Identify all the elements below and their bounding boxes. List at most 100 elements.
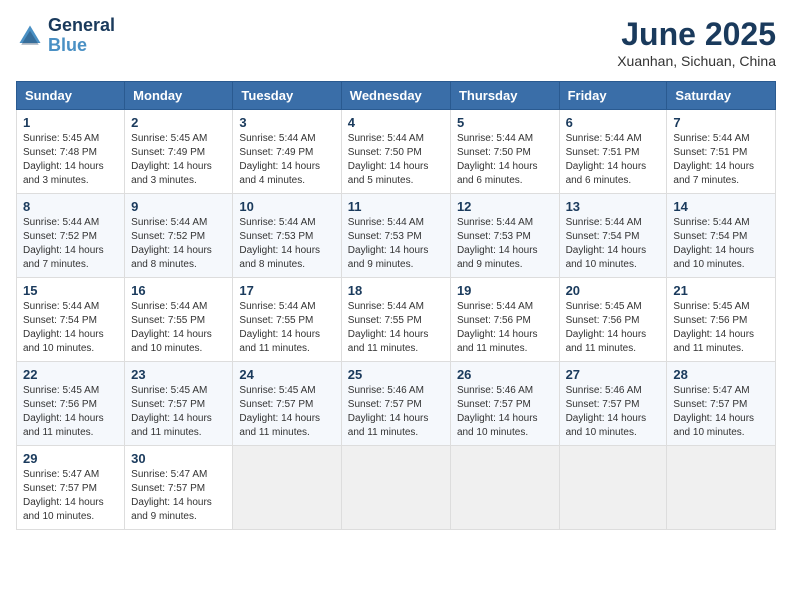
day-number: 30 [131,451,226,466]
calendar-cell-day-7: 7 Sunrise: 5:44 AM Sunset: 7:51 PM Dayli… [667,110,776,194]
calendar-cell-empty [233,446,341,530]
page-header: GeneralBlue June 2025 Xuanhan, Sichuan, … [16,16,776,69]
cell-content: Sunrise: 5:44 AM Sunset: 7:51 PM Dayligh… [566,132,661,188]
day-number: 2 [131,115,226,130]
col-saturday: Saturday [667,82,776,110]
cell-content: Sunrise: 5:44 AM Sunset: 7:55 PM Dayligh… [131,300,226,356]
calendar-cell-day-2: 2 Sunrise: 5:45 AM Sunset: 7:49 PM Dayli… [125,110,233,194]
calendar-cell-day-5: 5 Sunrise: 5:44 AM Sunset: 7:50 PM Dayli… [450,110,559,194]
col-friday: Friday [559,82,667,110]
day-number: 19 [457,283,553,298]
calendar-cell-day-13: 13 Sunrise: 5:44 AM Sunset: 7:54 PM Dayl… [559,194,667,278]
day-number: 10 [239,199,334,214]
day-number: 26 [457,367,553,382]
cell-content: Sunrise: 5:45 AM Sunset: 7:56 PM Dayligh… [23,384,118,440]
calendar-cell-day-25: 25 Sunrise: 5:46 AM Sunset: 7:57 PM Dayl… [341,362,450,446]
day-number: 16 [131,283,226,298]
day-number: 15 [23,283,118,298]
calendar-cell-day-10: 10 Sunrise: 5:44 AM Sunset: 7:53 PM Dayl… [233,194,341,278]
calendar-cell-empty [559,446,667,530]
cell-content: Sunrise: 5:45 AM Sunset: 7:56 PM Dayligh… [673,300,769,356]
calendar-cell-day-21: 21 Sunrise: 5:45 AM Sunset: 7:56 PM Dayl… [667,278,776,362]
calendar-cell-day-9: 9 Sunrise: 5:44 AM Sunset: 7:52 PM Dayli… [125,194,233,278]
calendar-cell-day-18: 18 Sunrise: 5:44 AM Sunset: 7:55 PM Dayl… [341,278,450,362]
col-monday: Monday [125,82,233,110]
cell-content: Sunrise: 5:46 AM Sunset: 7:57 PM Dayligh… [566,384,661,440]
cell-content: Sunrise: 5:44 AM Sunset: 7:51 PM Dayligh… [673,132,769,188]
day-number: 9 [131,199,226,214]
cell-content: Sunrise: 5:44 AM Sunset: 7:55 PM Dayligh… [348,300,444,356]
calendar-cell-day-12: 12 Sunrise: 5:44 AM Sunset: 7:53 PM Dayl… [450,194,559,278]
calendar-week-5: 29 Sunrise: 5:47 AM Sunset: 7:57 PM Dayl… [17,446,776,530]
day-number: 11 [348,199,444,214]
calendar-week-4: 22 Sunrise: 5:45 AM Sunset: 7:56 PM Dayl… [17,362,776,446]
day-number: 29 [23,451,118,466]
calendar-cell-day-30: 30 Sunrise: 5:47 AM Sunset: 7:57 PM Dayl… [125,446,233,530]
calendar-week-3: 15 Sunrise: 5:44 AM Sunset: 7:54 PM Dayl… [17,278,776,362]
day-number: 13 [566,199,661,214]
cell-content: Sunrise: 5:45 AM Sunset: 7:57 PM Dayligh… [239,384,334,440]
month-title: June 2025 [617,16,776,53]
cell-content: Sunrise: 5:47 AM Sunset: 7:57 PM Dayligh… [673,384,769,440]
cell-content: Sunrise: 5:46 AM Sunset: 7:57 PM Dayligh… [457,384,553,440]
calendar-cell-day-15: 15 Sunrise: 5:44 AM Sunset: 7:54 PM Dayl… [17,278,125,362]
calendar-cell-day-28: 28 Sunrise: 5:47 AM Sunset: 7:57 PM Dayl… [667,362,776,446]
cell-content: Sunrise: 5:44 AM Sunset: 7:52 PM Dayligh… [23,216,118,272]
cell-content: Sunrise: 5:44 AM Sunset: 7:55 PM Dayligh… [239,300,334,356]
cell-content: Sunrise: 5:45 AM Sunset: 7:57 PM Dayligh… [131,384,226,440]
day-number: 4 [348,115,444,130]
calendar-cell-day-14: 14 Sunrise: 5:44 AM Sunset: 7:54 PM Dayl… [667,194,776,278]
col-thursday: Thursday [450,82,559,110]
calendar-cell-day-11: 11 Sunrise: 5:44 AM Sunset: 7:53 PM Dayl… [341,194,450,278]
logo: GeneralBlue [16,16,115,56]
day-number: 22 [23,367,118,382]
cell-content: Sunrise: 5:44 AM Sunset: 7:53 PM Dayligh… [348,216,444,272]
day-number: 20 [566,283,661,298]
cell-content: Sunrise: 5:44 AM Sunset: 7:54 PM Dayligh… [673,216,769,272]
calendar-cell-day-17: 17 Sunrise: 5:44 AM Sunset: 7:55 PM Dayl… [233,278,341,362]
day-number: 21 [673,283,769,298]
calendar-cell-empty [667,446,776,530]
calendar-cell-day-26: 26 Sunrise: 5:46 AM Sunset: 7:57 PM Dayl… [450,362,559,446]
day-number: 27 [566,367,661,382]
cell-content: Sunrise: 5:44 AM Sunset: 7:53 PM Dayligh… [239,216,334,272]
calendar-cell-empty [450,446,559,530]
day-number: 3 [239,115,334,130]
cell-content: Sunrise: 5:44 AM Sunset: 7:50 PM Dayligh… [457,132,553,188]
calendar-cell-day-1: 1 Sunrise: 5:45 AM Sunset: 7:48 PM Dayli… [17,110,125,194]
calendar-week-2: 8 Sunrise: 5:44 AM Sunset: 7:52 PM Dayli… [17,194,776,278]
day-number: 25 [348,367,444,382]
cell-content: Sunrise: 5:45 AM Sunset: 7:49 PM Dayligh… [131,132,226,188]
calendar-cell-empty [341,446,450,530]
day-number: 17 [239,283,334,298]
calendar-cell-day-24: 24 Sunrise: 5:45 AM Sunset: 7:57 PM Dayl… [233,362,341,446]
col-tuesday: Tuesday [233,82,341,110]
calendar-cell-day-22: 22 Sunrise: 5:45 AM Sunset: 7:56 PM Dayl… [17,362,125,446]
calendar-cell-day-4: 4 Sunrise: 5:44 AM Sunset: 7:50 PM Dayli… [341,110,450,194]
logo-text: GeneralBlue [48,16,115,56]
day-number: 5 [457,115,553,130]
cell-content: Sunrise: 5:47 AM Sunset: 7:57 PM Dayligh… [131,468,226,524]
calendar-cell-day-16: 16 Sunrise: 5:44 AM Sunset: 7:55 PM Dayl… [125,278,233,362]
title-block: June 2025 Xuanhan, Sichuan, China [617,16,776,69]
calendar-cell-day-6: 6 Sunrise: 5:44 AM Sunset: 7:51 PM Dayli… [559,110,667,194]
cell-content: Sunrise: 5:44 AM Sunset: 7:54 PM Dayligh… [23,300,118,356]
cell-content: Sunrise: 5:44 AM Sunset: 7:50 PM Dayligh… [348,132,444,188]
day-number: 24 [239,367,334,382]
day-number: 1 [23,115,118,130]
calendar-cell-day-8: 8 Sunrise: 5:44 AM Sunset: 7:52 PM Dayli… [17,194,125,278]
cell-content: Sunrise: 5:45 AM Sunset: 7:56 PM Dayligh… [566,300,661,356]
cell-content: Sunrise: 5:44 AM Sunset: 7:49 PM Dayligh… [239,132,334,188]
day-number: 23 [131,367,226,382]
cell-content: Sunrise: 5:44 AM Sunset: 7:56 PM Dayligh… [457,300,553,356]
calendar-cell-day-29: 29 Sunrise: 5:47 AM Sunset: 7:57 PM Dayl… [17,446,125,530]
cell-content: Sunrise: 5:44 AM Sunset: 7:54 PM Dayligh… [566,216,661,272]
cell-content: Sunrise: 5:44 AM Sunset: 7:53 PM Dayligh… [457,216,553,272]
col-wednesday: Wednesday [341,82,450,110]
calendar-cell-day-3: 3 Sunrise: 5:44 AM Sunset: 7:49 PM Dayli… [233,110,341,194]
cell-content: Sunrise: 5:45 AM Sunset: 7:48 PM Dayligh… [23,132,118,188]
calendar-header-row: Sunday Monday Tuesday Wednesday Thursday… [17,82,776,110]
day-number: 18 [348,283,444,298]
calendar-week-1: 1 Sunrise: 5:45 AM Sunset: 7:48 PM Dayli… [17,110,776,194]
calendar-cell-day-20: 20 Sunrise: 5:45 AM Sunset: 7:56 PM Dayl… [559,278,667,362]
